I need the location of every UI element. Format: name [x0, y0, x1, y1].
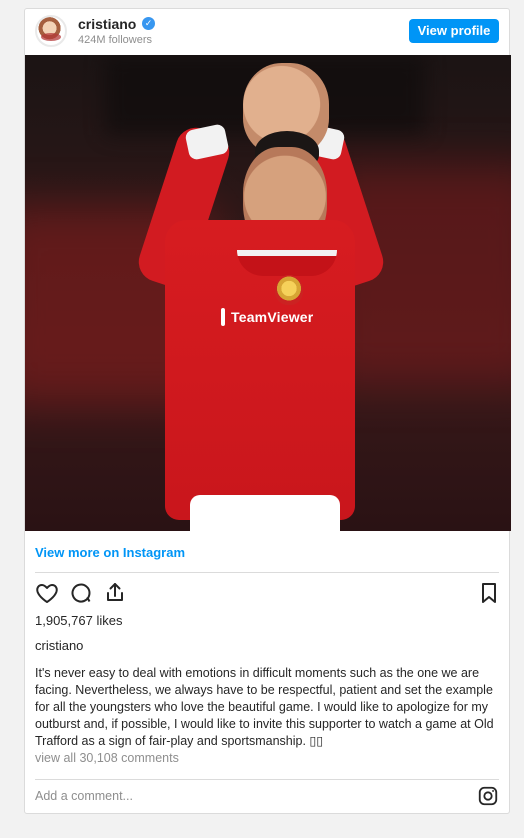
club-badge — [275, 275, 303, 305]
share-icon[interactable] — [103, 581, 127, 605]
heart-icon[interactable] — [35, 581, 59, 605]
post-header: cristiano ✓ 424M followers View profile — [25, 9, 509, 55]
divider — [35, 572, 499, 573]
caption-text: It's never easy to deal with emotions in… — [35, 666, 494, 748]
caption-username[interactable]: cristiano — [35, 638, 83, 653]
caption-emoji-icon: ▯▯ — [305, 733, 324, 748]
verified-badge-icon: ✓ — [142, 17, 155, 30]
jersey-collar — [237, 250, 337, 276]
avatar[interactable] — [35, 15, 67, 47]
comment-bubble-icon[interactable] — [69, 581, 93, 605]
divider — [35, 779, 499, 780]
post-photo[interactable]: TeamViewer — [25, 55, 511, 531]
likes-count[interactable]: 1,905,767 likes — [35, 613, 122, 628]
followers-count: 424M followers — [78, 34, 152, 46]
view-comments-link[interactable]: view all 30,108 comments — [35, 751, 179, 765]
sponsor-logo-icon — [221, 308, 225, 326]
player-shorts — [190, 495, 340, 531]
instagram-icon[interactable] — [477, 785, 499, 807]
bookmark-icon[interactable] — [477, 581, 501, 605]
view-profile-button[interactable]: View profile — [409, 19, 499, 43]
post-actions — [35, 581, 501, 605]
post-caption: It's never easy to deal with emotions in… — [35, 665, 495, 749]
instagram-embed: cristiano ✓ 424M followers View profile … — [24, 8, 511, 814]
sponsor-text: TeamViewer — [231, 309, 314, 325]
view-more-link[interactable]: View more on Instagram — [35, 545, 185, 560]
jersey-sponsor: TeamViewer — [221, 305, 313, 329]
add-comment-input[interactable]: Add a comment... — [35, 789, 133, 803]
username[interactable]: cristiano — [78, 16, 136, 32]
